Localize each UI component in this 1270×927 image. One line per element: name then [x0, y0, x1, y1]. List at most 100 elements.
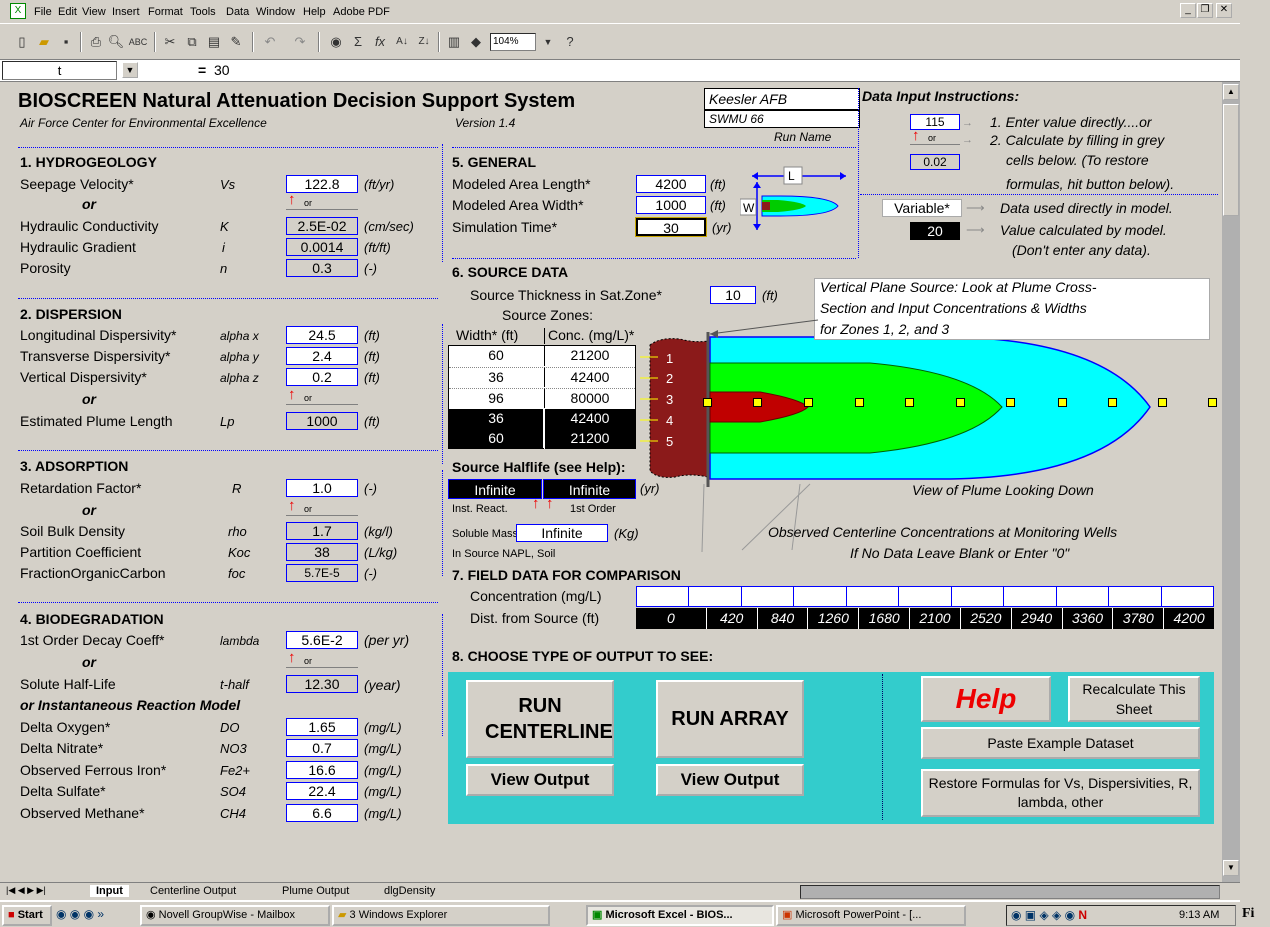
source-thickness-input[interactable]: 10	[710, 286, 756, 304]
zoom-dropdown-icon[interactable]: ▼	[538, 33, 558, 51]
print-preview-icon[interactable]: 🔍︎	[106, 33, 126, 51]
tab-nav-icon[interactable]: |◀ ◀ ▶ ▶|	[6, 885, 46, 896]
half-life-input[interactable]: 12.30	[286, 675, 358, 693]
restore-icon[interactable]: ❐	[1197, 3, 1213, 18]
conc-cell[interactable]	[847, 587, 900, 606]
paste-example-button[interactable]: Paste Example Dataset	[921, 727, 1200, 759]
conc-cell[interactable]	[899, 587, 952, 606]
start-button[interactable]: ■ Start	[2, 905, 52, 926]
view-array-output-button[interactable]: View Output	[656, 764, 804, 796]
modeled-length-input[interactable]: 4200	[636, 175, 706, 193]
print-icon[interactable]: ⎙	[86, 33, 106, 51]
simulation-time-input[interactable]: 30	[635, 217, 707, 237]
quicklaunch-icons[interactable]: ◉ ◉ ◉ »	[56, 907, 104, 921]
conc-cell[interactable]	[794, 587, 847, 606]
seepage-velocity-input[interactable]: 122.8	[286, 175, 358, 193]
menu-adobe-pdf[interactable]: Adobe PDF	[333, 6, 390, 18]
zone2-width-input[interactable]: 36	[449, 367, 543, 387]
taskbar-excel[interactable]: ▣ Microsoft Excel - BIOS...	[586, 905, 774, 926]
tab-centerline-output[interactable]: Centerline Output	[150, 885, 236, 897]
conc-cell[interactable]	[742, 587, 795, 606]
excel-icon[interactable]: X	[10, 3, 26, 19]
tab-dlgdensity[interactable]: dlgDensity	[384, 885, 435, 897]
trans-dispersivity-input[interactable]: 2.4	[286, 347, 358, 365]
run-centerline-button[interactable]: RUN CENTERLINE	[466, 680, 614, 758]
function-icon[interactable]: fx	[370, 33, 390, 51]
site-name-input[interactable]: Keesler AFB	[704, 88, 860, 110]
drawing-icon[interactable]: ◆	[466, 33, 486, 51]
close-icon[interactable]: ✕	[1216, 3, 1232, 18]
vert-dispersivity-input[interactable]: 0.2	[286, 368, 358, 386]
web-icon[interactable]: ◉	[326, 33, 346, 51]
conc-cell[interactable]	[952, 587, 1005, 606]
taskbar-powerpoint[interactable]: ▣ Microsoft PowerPoint - [...	[776, 905, 966, 926]
horizontal-scrollbar[interactable]	[800, 885, 1220, 899]
soluble-mass-input[interactable]: Infinite	[516, 524, 608, 542]
zone2-conc-input[interactable]: 42400	[544, 367, 635, 387]
menu-window[interactable]: Window	[256, 6, 295, 18]
zone3-width-input[interactable]: 96	[449, 388, 543, 408]
zoom-select[interactable]: 104%	[490, 33, 536, 51]
paste-icon[interactable]: ▤	[204, 33, 224, 51]
minimize-icon[interactable]: _	[1180, 3, 1196, 18]
scroll-up-icon[interactable]: ▲	[1223, 84, 1239, 100]
zone1-conc-input[interactable]: 21200	[544, 346, 635, 366]
field-conc-row[interactable]	[636, 586, 1214, 607]
autosum-icon[interactable]: Σ	[348, 33, 368, 51]
decay-coeff-input[interactable]: 5.6E-2	[286, 631, 358, 649]
help-icon[interactable]: ?	[560, 33, 580, 51]
partition-coeff-input[interactable]: 38	[286, 543, 358, 561]
help-button[interactable]: Help	[921, 676, 1051, 722]
methane-input[interactable]: 6.6	[286, 804, 358, 822]
porosity-input[interactable]: 0.3	[286, 259, 358, 277]
zone1-width-input[interactable]: 60	[449, 346, 543, 366]
run-array-button[interactable]: RUN ARRAY	[656, 680, 804, 758]
scroll-down-icon[interactable]: ▼	[1223, 860, 1239, 876]
hydraulic-gradient-input[interactable]: 0.0014	[286, 238, 358, 256]
ferrous-iron-input[interactable]: 16.6	[286, 761, 358, 779]
copy-icon[interactable]: ⧉	[182, 33, 202, 51]
zone3-conc-input[interactable]: 80000	[544, 388, 635, 408]
retardation-input[interactable]: 1.0	[286, 479, 358, 497]
menu-insert[interactable]: Insert	[112, 6, 140, 18]
view-centerline-output-button[interactable]: View Output	[466, 764, 614, 796]
name-box-dropdown-icon[interactable]: ▼	[122, 62, 138, 78]
plume-length-input[interactable]: 1000	[286, 412, 358, 430]
tab-plume-output[interactable]: Plume Output	[282, 885, 349, 897]
sort-ascending-icon[interactable]: A↓	[392, 33, 412, 51]
tray-icons[interactable]: ◉ ▣ ◈ ◈ ◉ N	[1011, 908, 1087, 922]
redo-icon[interactable]: ↷	[290, 33, 310, 51]
conc-cell[interactable]	[1109, 587, 1162, 606]
cut-icon[interactable]: ✂	[160, 33, 180, 51]
menu-help[interactable]: Help	[303, 6, 326, 18]
recalculate-button[interactable]: Recalculate This Sheet	[1068, 676, 1200, 722]
new-icon[interactable]: ▯	[12, 33, 32, 51]
menu-view[interactable]: View	[82, 6, 106, 18]
undo-icon[interactable]: ↶	[260, 33, 280, 51]
menu-tools[interactable]: Tools	[190, 6, 216, 18]
name-box[interactable]: t	[2, 61, 117, 80]
scroll-thumb[interactable]	[1223, 104, 1239, 216]
format-painter-icon[interactable]: ✎	[226, 33, 246, 51]
sort-descending-icon[interactable]: Z↓	[414, 33, 434, 51]
menu-format[interactable]: Format	[148, 6, 183, 18]
run-name-input[interactable]: SWMU 66	[704, 110, 860, 128]
delta-nitrate-input[interactable]: 0.7	[286, 739, 358, 757]
conc-cell[interactable]	[637, 587, 690, 606]
bulk-density-input[interactable]: 1.7	[286, 522, 358, 540]
taskbar-explorer[interactable]: ▰ 3 Windows Explorer	[332, 905, 550, 926]
conc-cell[interactable]	[1057, 587, 1110, 606]
delta-oxygen-input[interactable]: 1.65	[286, 718, 358, 736]
modeled-width-input[interactable]: 1000	[636, 196, 706, 214]
save-icon[interactable]: ▪	[56, 33, 76, 51]
conc-cell[interactable]	[1004, 587, 1057, 606]
open-icon[interactable]: ▰	[34, 33, 54, 51]
menu-file[interactable]: File	[34, 6, 52, 18]
spelling-icon[interactable]: ABC	[128, 33, 148, 51]
restore-formulas-button[interactable]: Restore Formulas for Vs, Dispersivities,…	[921, 769, 1200, 817]
menu-data[interactable]: Data	[226, 6, 249, 18]
conc-cell[interactable]	[1162, 587, 1213, 606]
vertical-scrollbar[interactable]: ▲ ▼	[1222, 82, 1240, 882]
long-dispersivity-input[interactable]: 24.5	[286, 326, 358, 344]
hydraulic-conductivity-input[interactable]: 2.5E-02	[286, 217, 358, 235]
